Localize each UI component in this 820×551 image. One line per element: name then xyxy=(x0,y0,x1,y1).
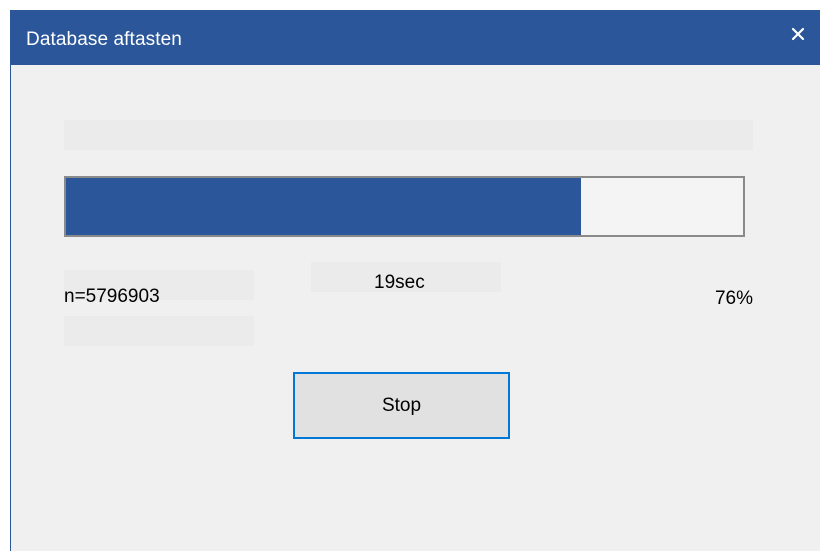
window-title: Database aftasten xyxy=(26,29,182,50)
stop-button[interactable]: Stop xyxy=(293,372,510,439)
close-icon xyxy=(791,27,805,41)
title-bar[interactable]: Database aftasten xyxy=(11,10,820,65)
progress-bar-fill xyxy=(66,178,581,235)
elapsed-time-label: 19sec xyxy=(374,272,425,293)
empty-status-area-top xyxy=(64,120,753,150)
dialog-window: Database aftasten n=5796903 19sec 76% St… xyxy=(10,10,820,551)
record-count-label: n=5796903 xyxy=(64,286,160,307)
close-button[interactable] xyxy=(775,10,820,58)
progress-percent-label: 76% xyxy=(714,288,753,309)
empty-status-area-left-2 xyxy=(64,316,254,346)
progress-bar xyxy=(64,176,745,237)
